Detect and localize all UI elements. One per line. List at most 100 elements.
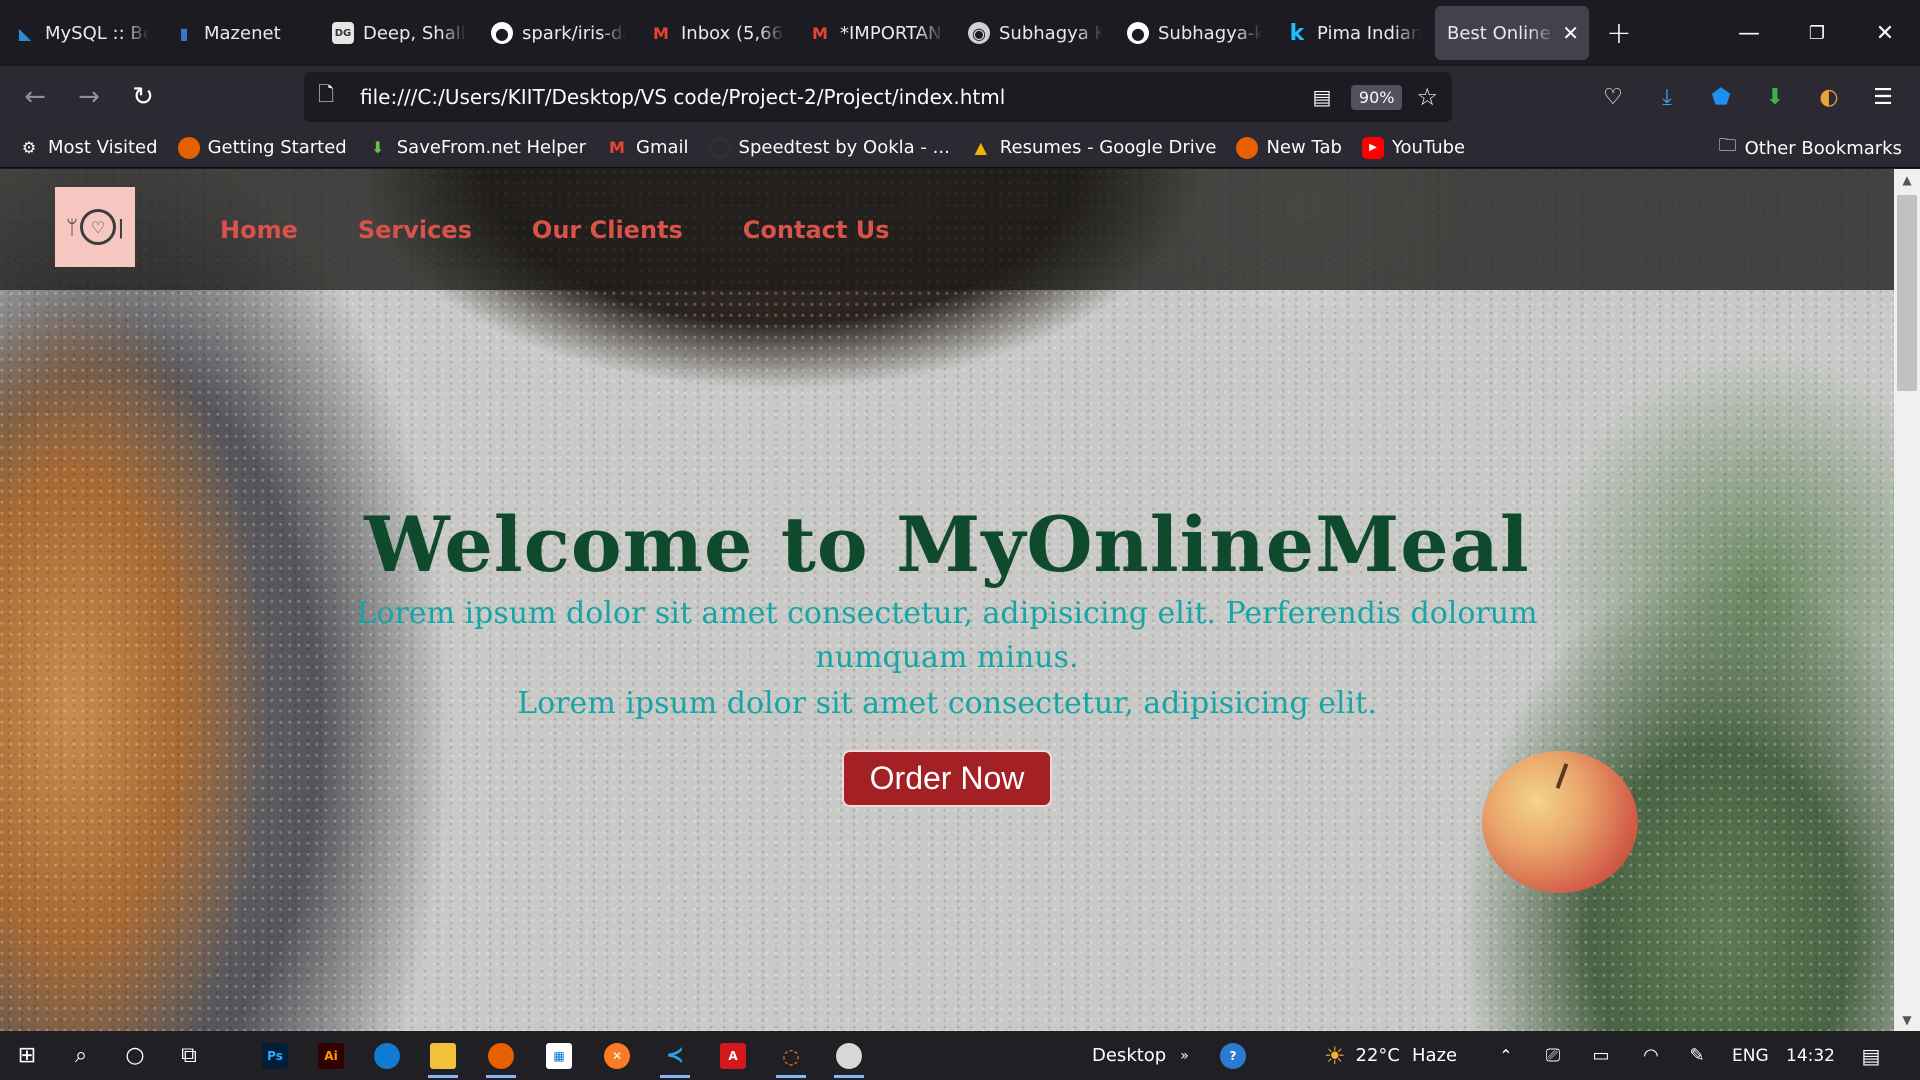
language-indicator[interactable]: ENG [1732,1031,1769,1080]
desktop-toolbar[interactable]: Desktop » [1092,1031,1189,1080]
close-window-button[interactable]: ✕ [1850,0,1920,66]
bookmark-getting-started[interactable]: Getting Started [177,136,347,159]
firefox-icon [1236,136,1259,159]
mysql-icon: ◣ [18,23,32,43]
menu-icon[interactable]: ☰ [1866,80,1900,114]
bookmark-new-tab[interactable]: New Tab [1236,136,1342,159]
search-icon[interactable]: ⌕ [58,1031,104,1080]
illustrator-icon[interactable]: Ai [308,1031,354,1080]
bookmark-savefrom[interactable]: ⬇ SaveFrom.net Helper [367,137,586,159]
tab[interactable]: ◉ Subhagya K [954,6,1113,60]
site-navbar: ᛘ ♡ ǀ Home Services Our Clients Contact … [0,169,1894,290]
language-label: ENG [1732,1045,1769,1066]
desktop-label: Desktop [1092,1045,1167,1066]
back-button[interactable]: ← [8,73,62,121]
mazenet-icon: ▮ [179,23,189,43]
close-tab-icon[interactable]: ✕ [1562,21,1579,45]
battery-icon[interactable]: ▭ [1578,1031,1624,1080]
bookmark-speedtest[interactable]: Speedtest by Ookla - ... [708,136,950,159]
pen-icon[interactable]: ✎ [1674,1031,1720,1080]
tab-title: spark/iris-da [522,22,626,44]
tab[interactable]: ● spark/iris-da [477,6,636,60]
shield-extension-icon[interactable]: ⬟ [1704,80,1738,114]
tab[interactable]: ◣ MySQL :: Be [0,6,159,60]
nav-our-clients[interactable]: Our Clients [532,216,683,244]
color-extension-icon[interactable]: ◐ [1812,80,1846,114]
tab[interactable]: ▮ Mazenet [159,6,318,60]
file-explorer-icon[interactable] [420,1031,466,1080]
downloads-icon[interactable]: ⤓ [1650,80,1684,114]
edge-icon[interactable] [364,1031,410,1080]
bookmark-youtube[interactable]: ▶ YouTube [1361,136,1466,159]
bookmark-label: YouTube [1391,137,1466,158]
address-bar[interactable]: 🗋 file:///C:/Users/KIIT/Desktop/VS code/… [304,72,1452,122]
download-arrow-icon: ⬇ [371,138,385,157]
windows-start-icon[interactable]: ⊞ [4,1031,50,1080]
scroll-down-icon[interactable]: ▼ [1894,1009,1920,1031]
meet-now-icon[interactable]: ⎚ [1530,1031,1576,1080]
github-icon: ● [491,22,513,44]
hero-title: Welcome to MyOnlineMeal [364,500,1530,589]
bookmark-most-visited[interactable]: ⚙ Most Visited [18,137,158,159]
tab-title: Deep, Shallo [363,22,467,44]
acrobat-icon[interactable]: A [710,1031,756,1080]
url-text[interactable]: file:///C:/Users/KIIT/Desktop/VS code/Pr… [360,85,1307,109]
xampp-icon[interactable]: ✕ [594,1031,640,1080]
restore-button[interactable]: ❐ [1782,0,1852,66]
clock[interactable]: 14:32 [1786,1031,1835,1080]
order-now-button[interactable]: Order Now [841,750,1053,808]
chevron-up-icon[interactable]: » [1180,1048,1189,1064]
tab-title: Subhagya-k [1158,22,1262,44]
tab[interactable]: DG Deep, Shallo [318,6,477,60]
tab-title: *IMPORTAN [840,22,942,44]
github-icon: ● [1127,22,1149,44]
reader-view-icon[interactable]: ▤ [1307,85,1337,109]
hero-section: Welcome to MyOnlineMeal Lorem ipsum dolo… [0,499,1894,808]
wifi-icon[interactable]: ◠ [1628,1031,1674,1080]
photoshop-icon[interactable]: Ps [252,1031,298,1080]
zoom-level[interactable]: 90% [1350,84,1403,110]
hero-subtitle-line2: Lorem ipsum dolor sit amet consectetur, … [517,686,1377,722]
cortana-icon[interactable]: ○ [112,1031,158,1080]
reload-button[interactable]: ↻ [116,73,170,121]
other-bookmarks[interactable]: 🗀 Other Bookmarks [1719,128,1902,168]
vscode-icon[interactable]: ≺ [652,1031,698,1080]
pocket-icon[interactable]: ♡ [1596,80,1630,114]
tab[interactable]: M Inbox (5,667 [636,6,795,60]
bookmark-label: New Tab [1266,137,1342,158]
bookmark-resumes[interactable]: ▲ Resumes - Google Drive [970,137,1217,159]
site-logo[interactable]: ᛘ ♡ ǀ [55,187,135,267]
firefox-taskbar-icon[interactable] [478,1031,524,1080]
alien-icon: ◉ [968,22,990,44]
store-icon[interactable]: ▦ [536,1031,582,1080]
speedtest-icon [708,136,731,159]
scroll-up-icon[interactable]: ▲ [1894,169,1920,191]
tab-strip: ◣ MySQL :: Be ▮ Mazenet DG Deep, Shallo … [0,0,1920,66]
jupyter-icon[interactable]: ◌ [768,1031,814,1080]
tab[interactable]: k Pima Indian [1272,6,1431,60]
nav-home[interactable]: Home [220,216,298,244]
vertical-scrollbar[interactable]: ▲ ▼ [1894,169,1920,1031]
bookmark-star-icon[interactable]: ☆ [1416,83,1438,111]
task-view-icon[interactable]: ⧉ [166,1031,212,1080]
tab[interactable]: M *IMPORTAN [795,6,954,60]
new-tab-button[interactable]: + [1589,6,1649,60]
scroll-thumb[interactable] [1897,195,1917,391]
minimize-button[interactable]: — [1714,0,1784,66]
page-viewport: ᛘ ♡ ǀ Home Services Our Clients Contact … [0,169,1894,1031]
fork-icon: ᛘ [66,215,79,239]
notifications-icon[interactable]: ▤ [1848,1031,1894,1080]
page-icon: 🗋 [318,82,335,106]
forward-button[interactable]: → [62,73,116,121]
nav-services[interactable]: Services [358,216,472,244]
savefrom-extension-icon[interactable]: ⬇ [1758,80,1792,114]
dg-icon: DG [332,22,354,44]
tab[interactable]: ● Subhagya-k [1113,6,1272,60]
weather-widget[interactable]: ☀ 22°C Haze [1324,1031,1457,1080]
bookmark-gmail[interactable]: M Gmail [606,137,688,159]
show-hidden-icons[interactable]: ⌃ [1483,1031,1529,1080]
paint-icon[interactable] [826,1031,872,1080]
tab-active[interactable]: Best Online F ✕ [1435,6,1589,60]
help-icon[interactable]: ? [1210,1031,1256,1080]
nav-contact-us[interactable]: Contact Us [743,216,890,244]
